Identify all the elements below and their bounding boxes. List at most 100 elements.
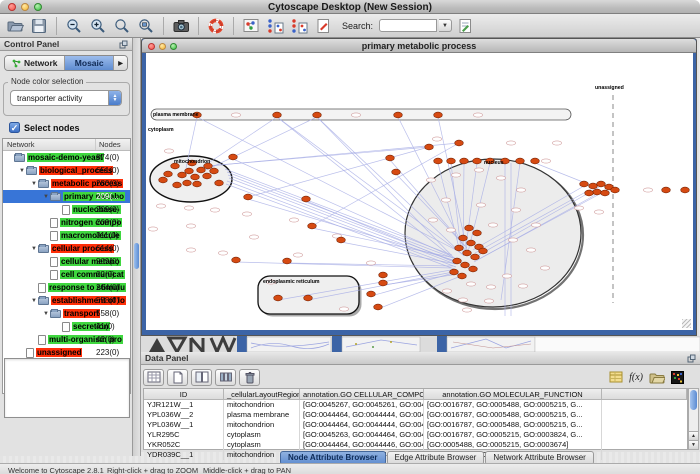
network-edge[interactable] bbox=[206, 117, 317, 170]
new-network-from-selected-edges-icon[interactable] bbox=[288, 16, 310, 36]
data-panel-float-icon[interactable] bbox=[687, 354, 696, 363]
network-node[interactable] bbox=[215, 180, 224, 186]
attribute-columns-button[interactable] bbox=[215, 369, 236, 386]
network-node[interactable] bbox=[597, 181, 606, 187]
network-node[interactable] bbox=[531, 158, 540, 164]
network-node[interactable] bbox=[193, 181, 202, 187]
attribute-table-scrollbar[interactable]: ▲ ▼ bbox=[688, 388, 699, 450]
network-node[interactable] bbox=[455, 245, 464, 251]
network-node[interactable] bbox=[164, 171, 173, 177]
network-node[interactable] bbox=[450, 269, 459, 275]
attribute-table-icon[interactable] bbox=[609, 371, 623, 383]
network-node[interactable] bbox=[392, 169, 401, 175]
network-node[interactable] bbox=[463, 250, 472, 256]
network-node[interactable] bbox=[232, 257, 241, 263]
zoom-selected-icon[interactable] bbox=[111, 16, 133, 36]
window-resize-grip[interactable] bbox=[682, 319, 691, 328]
network-node[interactable] bbox=[394, 112, 403, 118]
tree-row[interactable]: response to stimulu264(0) bbox=[3, 281, 130, 294]
zoom-out-icon[interactable] bbox=[63, 16, 85, 36]
vizmapper-icon[interactable] bbox=[240, 16, 262, 36]
table-column-header[interactable]: annotation.GO CELLULAR_COMPONENT bbox=[300, 389, 424, 399]
compartment-plasma-membrane[interactable] bbox=[151, 109, 571, 120]
network-node[interactable] bbox=[589, 183, 598, 189]
save-session-button[interactable] bbox=[28, 16, 50, 36]
matrix-view-icon[interactable] bbox=[671, 371, 684, 384]
network-node[interactable] bbox=[203, 173, 212, 179]
import-attributes-folder-icon[interactable] bbox=[649, 371, 665, 384]
network-node[interactable] bbox=[283, 258, 292, 264]
scroll-down-arrow[interactable]: ▼ bbox=[689, 440, 698, 449]
network-canvas[interactable]: plasma membranecytoplasmmitochondrionnuc… bbox=[146, 53, 693, 330]
network-node[interactable] bbox=[453, 258, 462, 264]
table-row[interactable]: YPL036W__1mitochondrion[GO:0044464, GO:0… bbox=[144, 420, 687, 430]
network-node[interactable] bbox=[458, 273, 467, 279]
select-attributes-button[interactable] bbox=[143, 369, 164, 386]
network-node[interactable] bbox=[379, 272, 388, 278]
network-node[interactable] bbox=[593, 189, 602, 195]
network-node[interactable] bbox=[386, 155, 395, 161]
control-panel-scrollbar[interactable] bbox=[133, 38, 141, 456]
table-column-header[interactable]: ID bbox=[144, 389, 224, 399]
select-nodes-checkbox[interactable]: ✓ bbox=[9, 122, 20, 133]
network-node[interactable] bbox=[662, 187, 671, 193]
tree-row[interactable]: ▼metabolic process280(0) bbox=[3, 177, 130, 190]
network-node[interactable] bbox=[313, 112, 322, 118]
network-node[interactable] bbox=[159, 177, 168, 183]
tree-row[interactable]: mosaic-demo-yeast874(0) bbox=[3, 151, 130, 164]
network-node[interactable] bbox=[210, 168, 219, 174]
table-row[interactable]: YJR121W__1mitochondrion[GO:0045267, GO:0… bbox=[144, 400, 687, 410]
network-node[interactable] bbox=[302, 196, 311, 202]
network-node[interactable] bbox=[244, 194, 253, 200]
network-node[interactable] bbox=[337, 237, 346, 243]
table-row[interactable]: YLR295Ccytoplasm[GO:0045263, GO:0044464,… bbox=[144, 430, 687, 440]
expander-icon[interactable]: ▼ bbox=[30, 246, 38, 252]
network-node[interactable] bbox=[434, 158, 443, 164]
search-input[interactable] bbox=[379, 19, 437, 32]
network-node[interactable] bbox=[461, 262, 470, 268]
network-node[interactable] bbox=[178, 172, 187, 178]
zoom-fit-icon[interactable] bbox=[135, 16, 157, 36]
network-node[interactable] bbox=[374, 304, 383, 310]
network-node[interactable] bbox=[516, 158, 525, 164]
network-node[interactable] bbox=[467, 240, 476, 246]
tree-row[interactable]: multi-organism pro42(0) bbox=[3, 333, 130, 346]
network-node[interactable] bbox=[479, 248, 488, 254]
network-node[interactable] bbox=[473, 230, 482, 236]
table-column-header[interactable]: annotation.GO MOLECULAR_FUNCTION bbox=[424, 389, 602, 399]
float-panel-icon[interactable] bbox=[119, 40, 128, 49]
network-node[interactable] bbox=[425, 144, 434, 150]
tree-row[interactable]: cell communicat22(0) bbox=[3, 268, 130, 281]
tab-overflow-arrow[interactable]: ▶ bbox=[114, 56, 127, 70]
tree-row[interactable]: ▼cellular process614(0) bbox=[3, 242, 130, 255]
expander-icon[interactable]: ▼ bbox=[30, 181, 38, 187]
scrollbar-thumb[interactable] bbox=[134, 243, 139, 269]
expander-icon[interactable]: ▼ bbox=[30, 298, 38, 304]
network-window-titlebar[interactable]: primary metabolic process bbox=[142, 39, 696, 53]
scroll-up-arrow[interactable]: ▲ bbox=[689, 431, 698, 440]
table-column-header[interactable] bbox=[602, 389, 687, 399]
attribute-panes-button[interactable] bbox=[191, 369, 212, 386]
network-node[interactable] bbox=[191, 174, 200, 180]
network-node[interactable] bbox=[229, 154, 238, 160]
network-node[interactable] bbox=[274, 295, 283, 301]
network-node[interactable] bbox=[185, 168, 194, 174]
zoom-in-icon[interactable] bbox=[87, 16, 109, 36]
open-session-button[interactable] bbox=[4, 16, 26, 36]
table-column-header[interactable]: _cellularLayoutRegion bbox=[224, 389, 300, 399]
network-node[interactable] bbox=[465, 225, 474, 231]
expander-icon[interactable]: ▼ bbox=[42, 194, 50, 200]
annotation-icon[interactable] bbox=[312, 16, 334, 36]
node-color-dropdown[interactable]: transporter activity ▲▼ bbox=[10, 90, 122, 106]
table-row[interactable]: YPL036W__2plasma membrane[GO:0044464, GO… bbox=[144, 410, 687, 420]
network-node[interactable] bbox=[308, 223, 317, 229]
tree-row[interactable]: ▼primary metabo209(... bbox=[3, 190, 130, 203]
formula-builder-icon[interactable]: f(x) bbox=[629, 372, 643, 383]
network-node[interactable] bbox=[455, 140, 464, 146]
tree-row[interactable]: ▼establishment of lo558(0) bbox=[3, 294, 130, 307]
network-node[interactable] bbox=[447, 158, 456, 164]
tree-column-network[interactable]: Network bbox=[3, 140, 35, 149]
network-node[interactable] bbox=[469, 266, 478, 272]
new-network-from-selected-nodes-icon[interactable] bbox=[264, 16, 286, 36]
network-node[interactable] bbox=[681, 187, 690, 193]
